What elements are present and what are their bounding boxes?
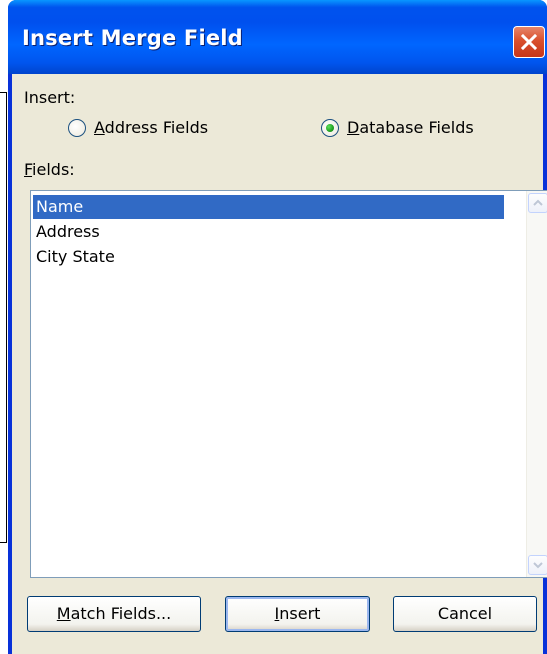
address-fields-label[interactable]: Address Fields — [94, 118, 208, 137]
cancel-button[interactable]: Cancel — [393, 596, 537, 632]
match-fields-text: atch Fields... — [70, 604, 172, 623]
title-bar[interactable]: Insert Merge Field — [8, 0, 547, 74]
insert-button[interactable]: Insert — [225, 596, 370, 632]
database-fields-radio-button[interactable] — [321, 119, 339, 137]
match-fields-mnemonic: M — [56, 604, 71, 623]
document-line — [0, 542, 7, 543]
list-item-name[interactable]: Name — [33, 195, 504, 219]
scroll-down-button[interactable] — [528, 555, 547, 575]
database-fields-mnemonic: D — [347, 118, 360, 137]
address-fields-radio-button[interactable] — [68, 119, 86, 137]
insert-label: Insert: — [24, 88, 76, 107]
list-item-address[interactable]: Address — [33, 220, 100, 244]
database-fields-text: atabase Fields — [359, 118, 474, 137]
document-line — [6, 92, 7, 542]
address-fields-mnemonic: A — [94, 118, 105, 137]
fields-listbox[interactable]: Name Address City State — [30, 190, 547, 578]
match-fields-button[interactable]: Match Fields... — [27, 596, 201, 632]
fields-mnemonic: F — [24, 160, 33, 179]
close-icon — [520, 33, 538, 51]
fields-label: Fields: — [24, 160, 75, 179]
dialog-body: Insert: Address Fields Database Fields F… — [12, 74, 547, 654]
scroll-up-button[interactable] — [528, 193, 547, 213]
chevron-up-icon — [533, 199, 543, 206]
address-fields-text: ddress Fields — [104, 118, 209, 137]
window-title: Insert Merge Field — [22, 26, 243, 50]
close-button[interactable] — [513, 26, 545, 58]
database-fields-label[interactable]: Database Fields — [347, 118, 474, 137]
list-item-city-state[interactable]: City State — [33, 245, 115, 269]
fields-label-text: ields: — [32, 160, 75, 179]
vertical-scrollbar[interactable] — [526, 191, 547, 577]
insert-text: nsert — [279, 604, 321, 623]
insert-merge-field-dialog: Insert Merge Field Insert: Address Field… — [8, 0, 547, 654]
chevron-down-icon — [533, 562, 543, 569]
radio-selected-dot — [326, 124, 334, 132]
